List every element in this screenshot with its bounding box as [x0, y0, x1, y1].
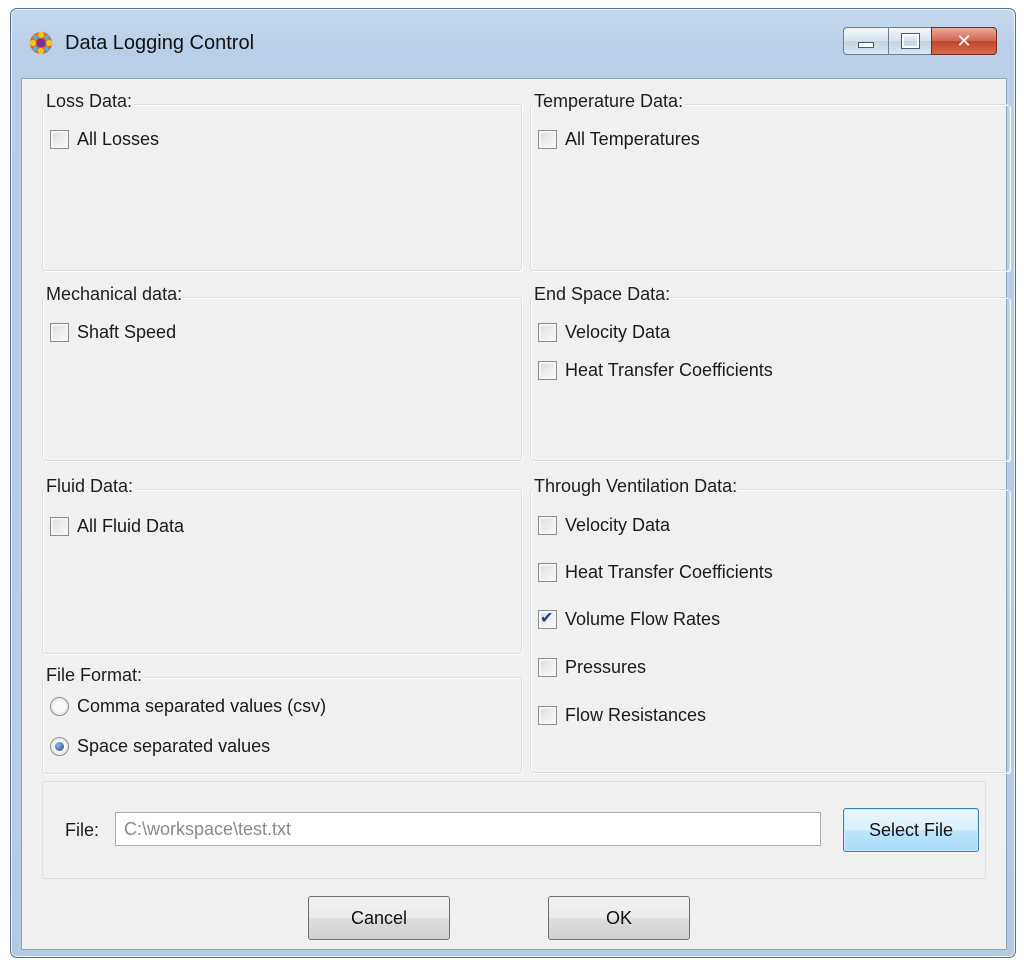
checkbox-box[interactable]: [50, 130, 69, 149]
checkbox-label: All Temperatures: [565, 129, 700, 149]
checkbox-label: Velocity Data: [565, 322, 671, 342]
radio-label: Comma separated values (csv): [77, 696, 327, 716]
maximize-button[interactable]: [888, 27, 932, 55]
checkbox-box[interactable]: [538, 706, 557, 725]
fluid-data-group: [42, 489, 522, 654]
dialog-window: Data Logging Control ✕ Loss Data: All Lo…: [10, 8, 1016, 958]
minimize-icon: [858, 42, 874, 48]
cancel-button[interactable]: Cancel: [308, 896, 450, 940]
checkbox-tv-pressures[interactable]: Pressures: [538, 657, 646, 678]
minimize-button[interactable]: [843, 27, 889, 55]
checkbox-box[interactable]: [538, 361, 557, 380]
checkbox-label: All Fluid Data: [77, 516, 185, 536]
ok-button[interactable]: OK: [548, 896, 690, 940]
loss-data-label: Loss Data:: [44, 91, 135, 112]
checkbox-tv-velocity-data[interactable]: Velocity Data: [538, 515, 670, 536]
radio-button-selected[interactable]: [50, 737, 69, 756]
radio-label: Space separated values: [77, 736, 271, 756]
checkbox-shaft-speed[interactable]: Shaft Speed: [50, 322, 176, 343]
radio-button[interactable]: [50, 697, 69, 716]
radio-space-separated[interactable]: Space separated values: [50, 736, 270, 757]
file-format-label: File Format:: [44, 665, 145, 686]
checkbox-label: Heat Transfer Coefficients: [565, 360, 773, 380]
checkbox-box[interactable]: [50, 323, 69, 342]
checkbox-label: Flow Resistances: [565, 705, 707, 725]
checkbox-tv-flow-resistances[interactable]: Flow Resistances: [538, 705, 706, 726]
checkbox-label: Volume Flow Rates: [565, 609, 721, 629]
through-ventilation-data-label: Through Ventilation Data:: [532, 476, 740, 497]
checkbox-label: Velocity Data: [565, 515, 671, 535]
file-label: File:: [65, 820, 100, 840]
window-title: Data Logging Control: [65, 32, 255, 54]
checkbox-all-losses[interactable]: All Losses: [50, 129, 159, 150]
checkbox-box[interactable]: [538, 658, 557, 677]
checkbox-box[interactable]: [50, 517, 69, 536]
fluid-data-label: Fluid Data:: [44, 476, 136, 497]
file-panel: File: Select File: [42, 781, 986, 879]
checkbox-box[interactable]: [538, 516, 557, 535]
mechanical-data-label: Mechanical data:: [44, 284, 185, 305]
checkbox-all-temperatures[interactable]: All Temperatures: [538, 129, 700, 150]
checkbox-all-fluid-data[interactable]: All Fluid Data: [50, 516, 184, 537]
checkbox-tv-heat-transfer[interactable]: Heat Transfer Coefficients: [538, 562, 773, 583]
checkbox-end-space-velocity-data[interactable]: Velocity Data: [538, 322, 670, 343]
checkbox-tv-volume-flow-rates[interactable]: Volume Flow Rates: [538, 608, 721, 630]
select-file-button[interactable]: Select File: [843, 808, 979, 852]
temperature-data-label: Temperature Data:: [532, 91, 686, 112]
maximize-icon: [900, 33, 920, 49]
checkbox-label: Heat Transfer Coefficients: [565, 562, 773, 582]
end-space-data-label: End Space Data:: [532, 284, 673, 305]
gear-flower-icon: [29, 31, 53, 55]
file-path-input[interactable]: [115, 812, 821, 846]
checkbox-label: Shaft Speed: [77, 322, 177, 342]
dialog-client-area: Loss Data: All Losses Temperature Data: …: [21, 78, 1010, 950]
checkbox-label: Pressures: [565, 657, 647, 677]
file-format-group: [42, 677, 522, 774]
radio-csv[interactable]: Comma separated values (csv): [50, 696, 326, 717]
checkbox-label: All Losses: [77, 129, 160, 149]
checkbox-box[interactable]: [538, 130, 557, 149]
checkbox-box[interactable]: [538, 563, 557, 582]
checkbox-box[interactable]: [538, 323, 557, 342]
title-bar[interactable]: Data Logging Control ✕: [11, 9, 1015, 79]
checkbox-end-space-heat-transfer[interactable]: Heat Transfer Coefficients: [538, 360, 773, 381]
checkbox-box-checked[interactable]: [538, 608, 557, 629]
close-button[interactable]: ✕: [931, 27, 997, 55]
close-icon: ✕: [956, 30, 972, 51]
